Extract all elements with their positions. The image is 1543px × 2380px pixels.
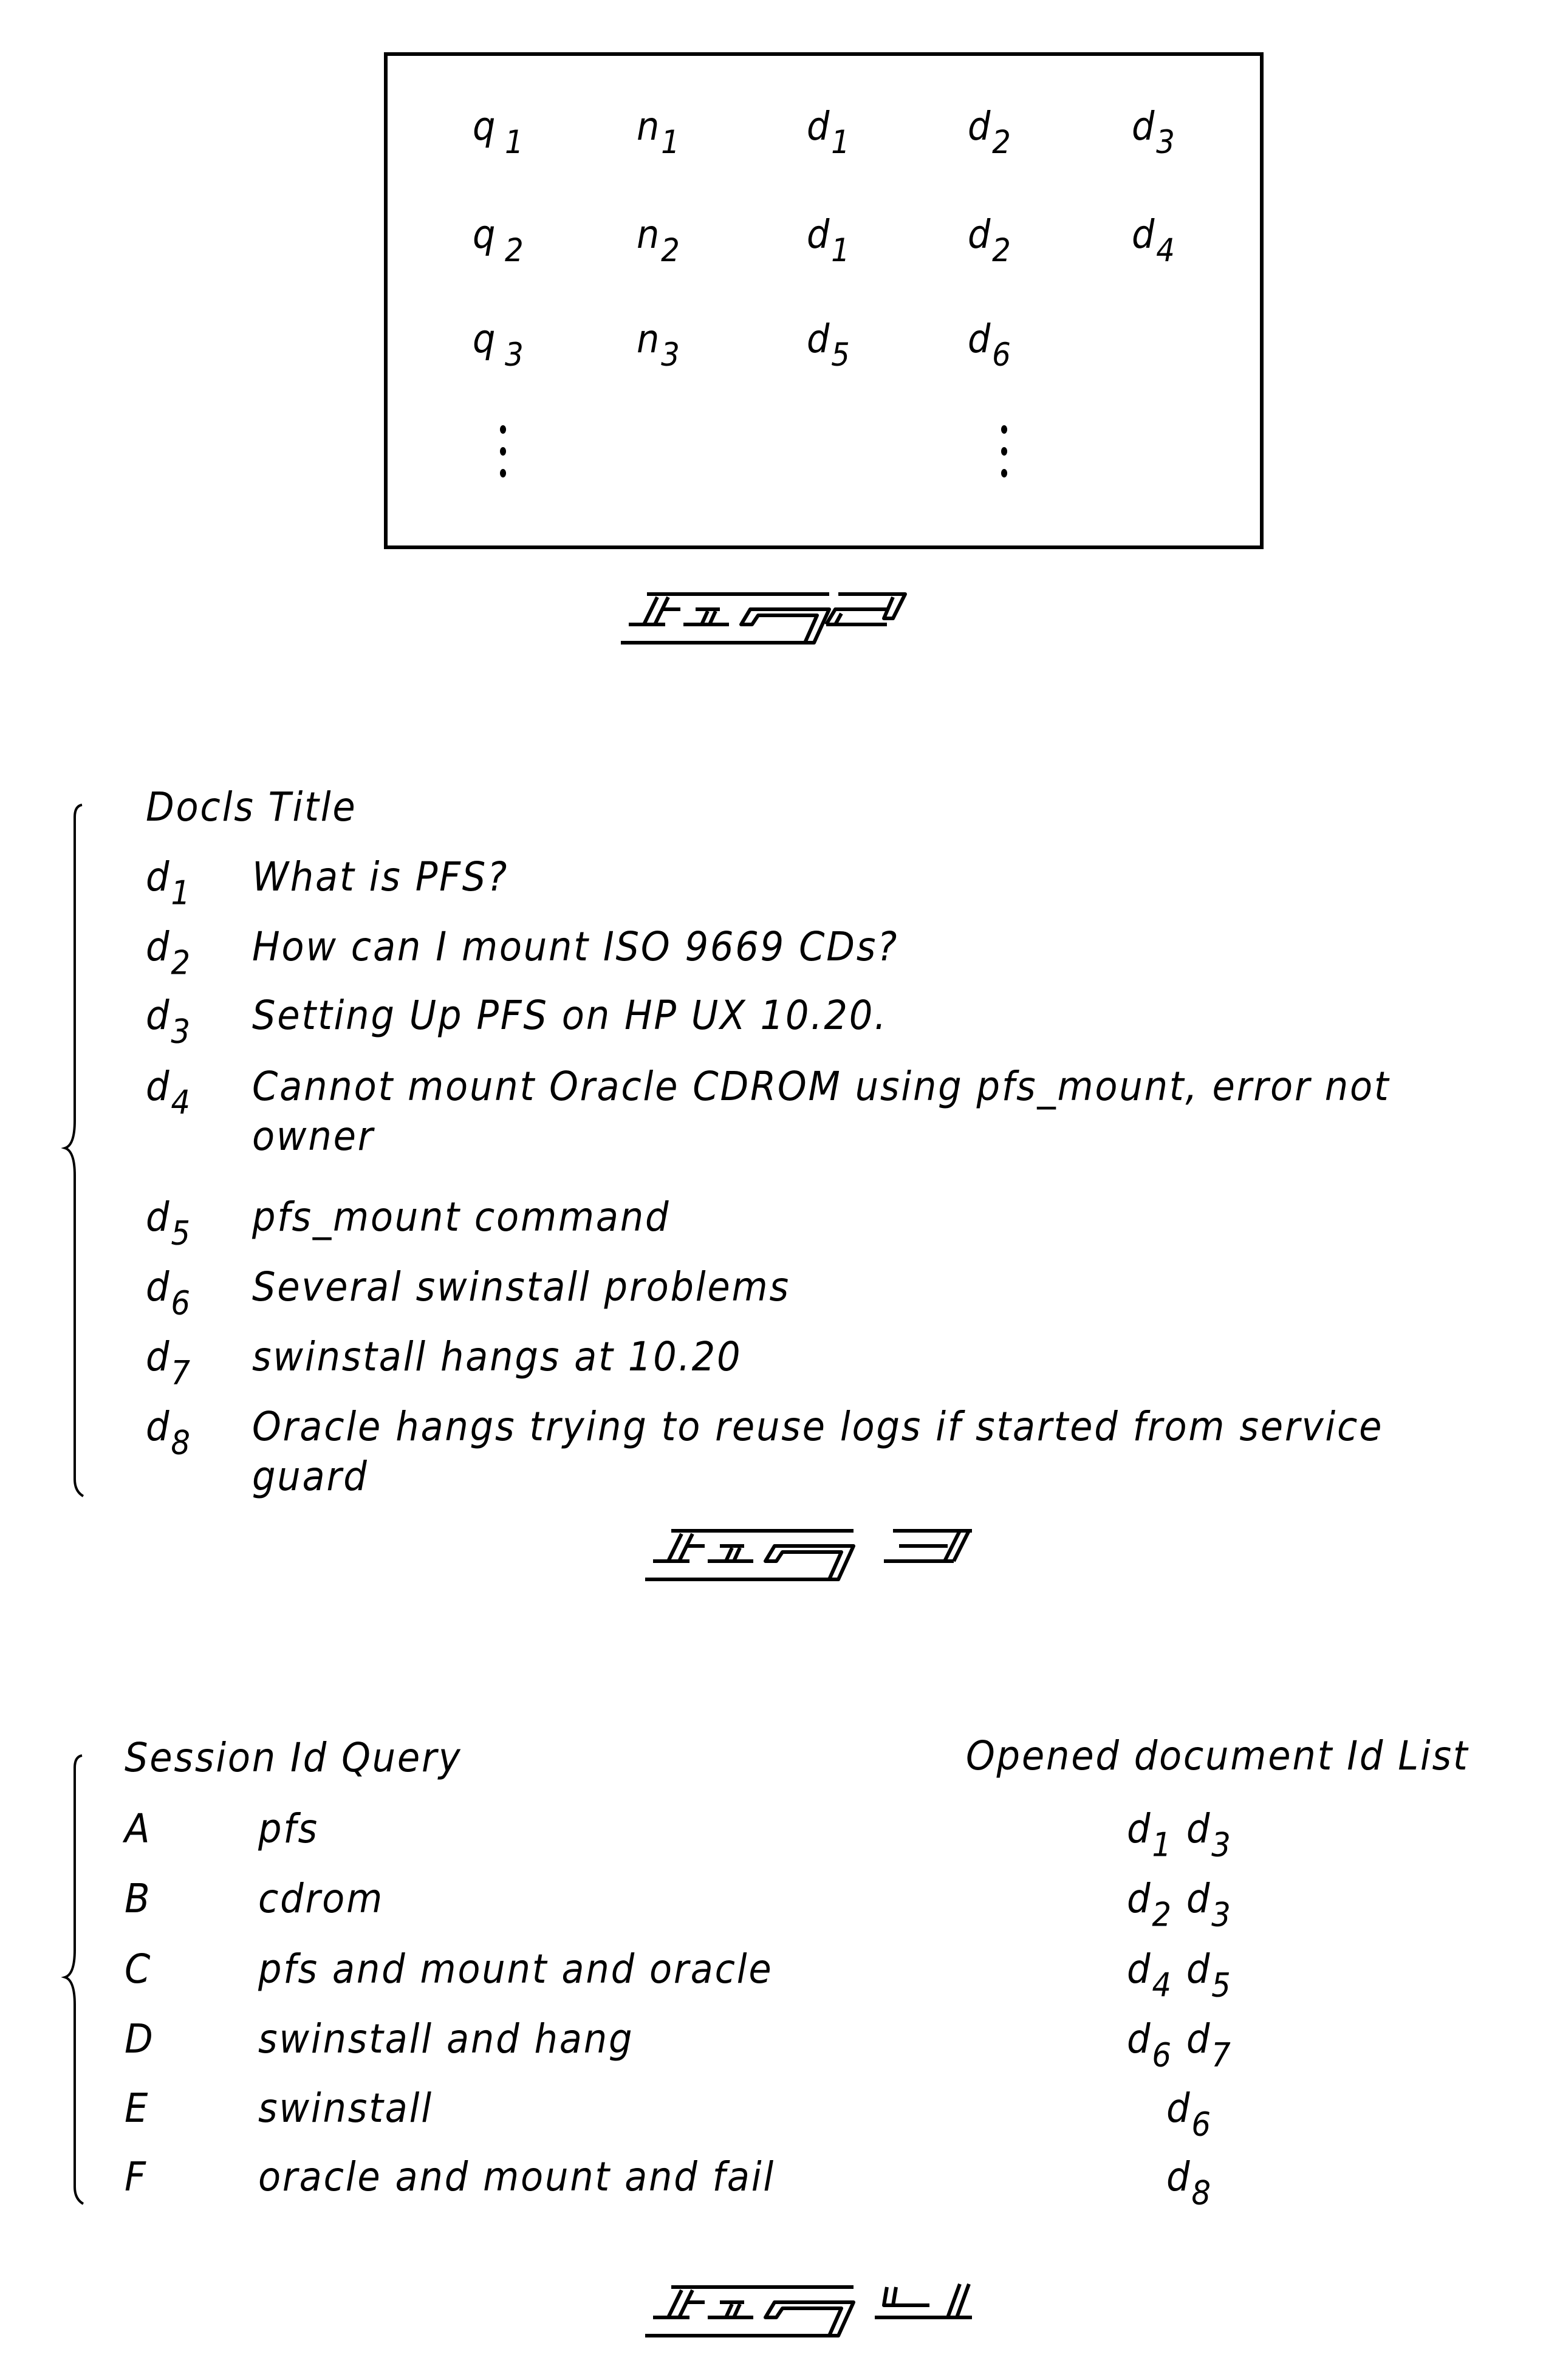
fig2-doc: d6 <box>968 317 1013 374</box>
fig3-doc-id: d4 <box>146 1063 192 1122</box>
fig2-doc: d2 <box>968 104 1013 162</box>
fig4-session-id: D <box>125 2016 155 2062</box>
fig4-doc-list: d6 <box>1166 2085 1213 2144</box>
fig4-label-glyph <box>645 2283 972 2337</box>
fig4-brace <box>61 1754 84 2205</box>
fig3-doc-title: Cannot mount Oracle CDROM using pfs_moun… <box>252 1063 1391 1110</box>
fig2-doc: d4 <box>1132 213 1177 270</box>
fig3-label: FIG 3 <box>644 1525 984 1592</box>
fig4-doc-list: d8 <box>1166 2153 1213 2212</box>
fig4-doc-list: d6 d7 <box>1127 2016 1233 2074</box>
fig3-doc-title-continued: owner <box>252 1113 375 1160</box>
fig3-header: Docls Title <box>146 784 357 830</box>
fig3-row: d2 How can I mount ISO 9669 CDs? <box>0 923 1543 982</box>
fig4-session-id: C <box>125 1946 152 1992</box>
fig3-doc-id: d3 <box>146 992 192 1051</box>
fig3-doc-title-continued: guard <box>252 1453 369 1500</box>
fig4-query: pfs and mount and oracle <box>258 1946 773 1992</box>
fig3-doc-id: d1 <box>146 853 192 912</box>
fig2-query-2: q2 <box>473 213 525 270</box>
fig4-session-id: A <box>125 1805 152 1852</box>
fig3-doc-id: d5 <box>146 1194 192 1253</box>
fig2-query-3: q3 <box>473 317 525 374</box>
fig3-doc-title: Setting Up PFS on HP UX 10.20. <box>252 992 888 1039</box>
fig2-label-glyph <box>621 592 907 645</box>
fig2-query-1: q1 <box>473 104 525 162</box>
fig3-doc-title: How can I mount ISO 9669 CDs? <box>252 923 899 970</box>
fig4-query: swinstall and hang <box>258 2016 634 2062</box>
fig3-row: d8 Oracle hangs trying to reuse logs if … <box>0 1403 1543 1506</box>
fig3-row: d5 pfs_mount command <box>0 1194 1543 1253</box>
fig3-row: d3 Setting Up PFS on HP UX 10.20. <box>0 992 1543 1051</box>
fig4-session-id: F <box>125 2153 148 2200</box>
fig2-count-2: n2 <box>637 213 682 270</box>
fig2-doc: d1 <box>807 213 852 270</box>
fig3-row: d7 swinstall hangs at 10.20 <box>0 1333 1543 1392</box>
fig2-continuation-dots-right <box>1001 425 1008 491</box>
fig3-doc-id: d7 <box>146 1333 192 1392</box>
fig4-query: cdrom <box>258 1875 384 1922</box>
fig3-row: d4 Cannot mount Oracle CDROM using pfs_m… <box>0 1063 1543 1166</box>
fig2-doc: d5 <box>807 317 852 374</box>
fig2-count-1: n1 <box>637 104 682 162</box>
fig2-doc: d1 <box>807 104 852 162</box>
fig3-doc-title: swinstall hangs at 10.20 <box>252 1333 742 1380</box>
fig4-session-id: E <box>125 2085 150 2132</box>
fig3-row: d6 Several swinstall problems <box>0 1264 1543 1322</box>
fig4-label: FIG 4 <box>644 2281 984 2348</box>
fig4-header-right: Opened document Id List <box>966 1732 1469 1779</box>
fig2-label: FIG 2 <box>620 588 948 655</box>
fig2-doc: d3 <box>1132 104 1177 162</box>
fig4-doc-list: d2 d3 <box>1127 1875 1233 1934</box>
fig3-doc-id: d2 <box>146 923 192 982</box>
fig4-query: oracle and mount and fail <box>258 2153 776 2200</box>
fig2-doc: d2 <box>968 213 1013 270</box>
fig2-table-box: q1 n1 d1 d2 d3 q2 n2 d1 d2 d4 q3 n3 d5 d… <box>384 52 1264 549</box>
fig4-session-id: B <box>125 1875 152 1922</box>
fig4-header-left: Session Id Query <box>125 1734 462 1781</box>
fig3-label-glyph <box>645 1529 972 1581</box>
fig2-count-3: n3 <box>637 317 682 374</box>
fig3-doc-id: d6 <box>146 1264 192 1322</box>
fig3-doc-title: pfs_mount command <box>252 1194 671 1240</box>
fig2-continuation-dots-left <box>500 425 507 491</box>
fig4-doc-list: d1 d3 <box>1127 1805 1233 1864</box>
fig3-doc-id: d8 <box>146 1403 192 1462</box>
fig3-doc-title: Oracle hangs trying to reuse logs if sta… <box>252 1403 1384 1450</box>
fig4-query: pfs <box>258 1805 319 1852</box>
fig3-row: d1 What is PFS? <box>0 853 1543 912</box>
fig3-doc-title: Several swinstall problems <box>252 1264 790 1310</box>
fig4-query: swinstall <box>258 2085 433 2132</box>
fig4-doc-list: d4 d5 <box>1127 1946 1233 2005</box>
fig3-doc-title: What is PFS? <box>252 853 509 900</box>
